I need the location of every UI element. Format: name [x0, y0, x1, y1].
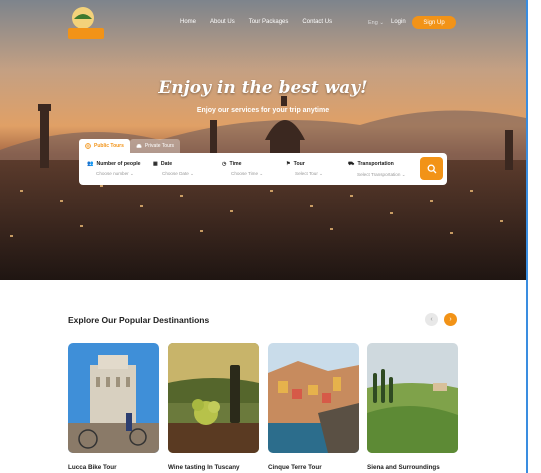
- chevron-right-icon: ›: [449, 316, 452, 323]
- destination-card-siena[interactable]: Siena and Surroundings: [367, 343, 458, 471]
- destination-name: Siena and Surroundings: [367, 464, 440, 471]
- menu-about-us[interactable]: About Us: [210, 19, 235, 25]
- destination-name: Wine tasting In Tuscany: [168, 464, 240, 471]
- field-value: Choose number: [96, 171, 129, 176]
- search-button[interactable]: [420, 157, 443, 180]
- calendar-icon: ▦: [153, 161, 158, 167]
- destination-card-cinque-terre[interactable]: Cinque Terre Tour: [268, 343, 359, 471]
- tab-private-tours[interactable]: Private Tours: [129, 139, 181, 153]
- field-value: Choose Date: [162, 171, 189, 176]
- field-label: Number of people: [96, 161, 141, 167]
- flag-icon: ⚑: [286, 161, 291, 167]
- language-selector[interactable]: Eng ⌄: [368, 20, 384, 26]
- search-icon: [427, 164, 436, 173]
- tab-public-tours[interactable]: Public Tours: [79, 139, 130, 153]
- hero-subline: Enjoy our services for your trip anytime: [196, 107, 330, 114]
- field-value: Select Tour: [295, 171, 318, 176]
- destination-card-lucca[interactable]: Lucca Bike Tour: [68, 343, 159, 471]
- field-value: Choose Time: [231, 171, 259, 176]
- chevron-down-icon: ⌄: [188, 171, 194, 176]
- car-icon: [136, 144, 142, 148]
- destination-card-wine-tasting[interactable]: Wine tasting In Tuscany: [168, 343, 259, 471]
- site-logo[interactable]: [66, 5, 106, 41]
- chevron-left-icon: ‹: [430, 316, 433, 323]
- destination-image: [367, 343, 458, 453]
- chevron-down-icon: ⌄: [258, 171, 264, 176]
- tour-search-bar: 👥 Number of people Choose number ⌄ ▦ Date …: [79, 153, 447, 185]
- field-label: Transportation: [357, 161, 394, 167]
- bus-icon: ⛟: [348, 160, 355, 167]
- tab-label: Private Tours: [144, 143, 175, 149]
- chevron-down-icon: ⌄: [128, 171, 134, 176]
- people-icon: 👥: [87, 161, 94, 167]
- destination-name: Lucca Bike Tour: [68, 464, 117, 471]
- section-title: Explore Our Popular Destinantions: [68, 315, 210, 325]
- destination-image: [68, 343, 159, 453]
- carousel-next-button[interactable]: ›: [444, 313, 457, 326]
- hero-headline: Enjoy in the best way!: [158, 78, 368, 98]
- field-time[interactable]: ◷ Time Choose Time ⌄: [220, 161, 284, 177]
- page-frame: Home About Us Tour Packages Contact Us E…: [0, 0, 528, 473]
- login-link[interactable]: Login: [391, 19, 406, 25]
- menu-contact-us[interactable]: Contact Us: [302, 19, 332, 25]
- destination-image: [168, 343, 259, 453]
- field-label: Date: [160, 161, 173, 167]
- field-transportation[interactable]: ⛟ Transportation Select Transportation ⌄: [346, 161, 426, 178]
- chevron-down-icon: ⌄: [400, 171, 406, 177]
- carousel-prev-button[interactable]: ‹: [425, 313, 438, 326]
- destination-name: Cinque Terre Tour: [268, 464, 322, 471]
- language-label: Eng: [368, 20, 378, 26]
- field-label: Time: [229, 161, 242, 167]
- field-label: Tour: [293, 161, 305, 167]
- clock-icon: ◷: [222, 161, 227, 167]
- signup-button[interactable]: Sign Up: [412, 16, 456, 29]
- field-number-of-people[interactable]: 👥 Number of people Choose number ⌄: [85, 161, 151, 177]
- globe-icon: [85, 143, 91, 149]
- chevron-down-icon: ⌄: [317, 171, 324, 176]
- tour-type-tabs: Public Tours Private Tours: [79, 139, 181, 153]
- chevron-down-icon: ⌄: [379, 20, 384, 26]
- top-navigation: Home About Us Tour Packages Contact Us E…: [0, 0, 526, 46]
- menu-home[interactable]: Home: [180, 19, 196, 25]
- menu-tour-packages[interactable]: Tour Packages: [249, 19, 289, 25]
- destination-image: [268, 343, 359, 453]
- field-value: Select Transportation: [357, 171, 401, 177]
- field-date[interactable]: ▦ Date Choose Date ⌄: [151, 161, 220, 177]
- hero-banner: Home About Us Tour Packages Contact Us E…: [0, 0, 526, 280]
- tab-label: Public Tours: [94, 143, 124, 149]
- field-tour[interactable]: ⚑ Tour Select Tour ⌄: [284, 161, 346, 177]
- main-menu: Home About Us Tour Packages Contact Us: [180, 19, 332, 25]
